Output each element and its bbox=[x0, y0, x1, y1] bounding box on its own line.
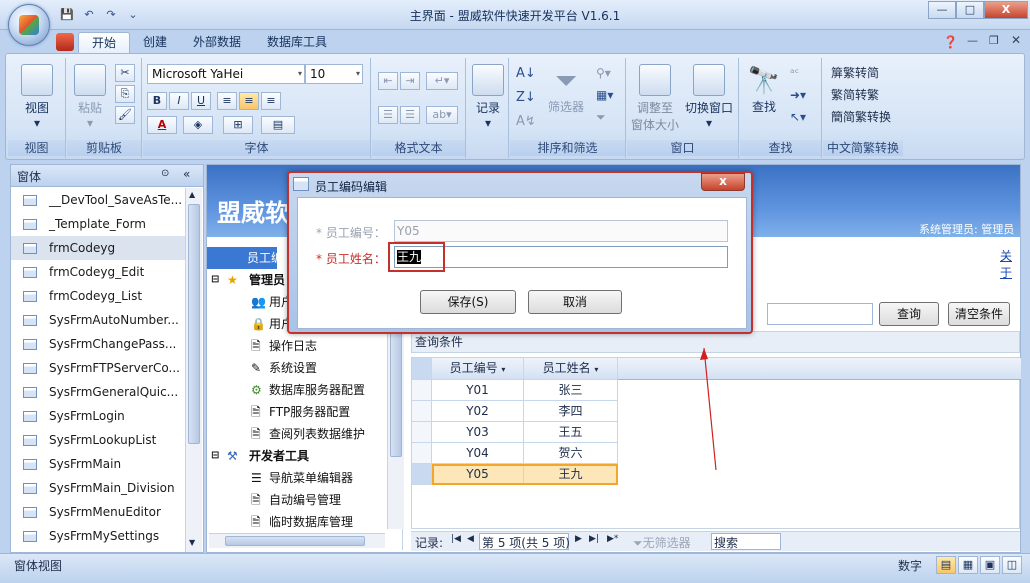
design-view-icon[interactable]: ◫ bbox=[1002, 556, 1022, 574]
cancel-button[interactable]: 取消 bbox=[528, 290, 622, 314]
dialog-close-button[interactable]: x bbox=[701, 173, 745, 191]
status-view: 窗体视图 bbox=[14, 559, 63, 573]
save-button[interactable]: 保存(S) bbox=[420, 290, 516, 314]
status-bar: 窗体视图 数字 ▤ ▦ ▣ ◫ bbox=[0, 553, 1030, 583]
dialog-body: * 员工编号： Y05 * 员工姓名： 王九 保存(S) 取消 bbox=[297, 197, 747, 329]
form-icon bbox=[293, 177, 309, 191]
layout-view-icon[interactable]: ▣ bbox=[980, 556, 1000, 574]
code-label: * 员工编号： bbox=[316, 226, 386, 240]
arrow-to-grid bbox=[703, 347, 717, 471]
datasheet-view-icon[interactable]: ▦ bbox=[958, 556, 978, 574]
edit-dialog: 员工编码编辑 x * 员工编号： Y05 * 员工姓名： 王九 保存(S) 取消 bbox=[287, 171, 753, 334]
highlight-box bbox=[388, 242, 445, 272]
name-label: * 员工姓名： bbox=[316, 252, 386, 266]
code-field[interactable]: Y05 bbox=[394, 220, 728, 242]
dialog-title: 员工编码编辑 bbox=[315, 180, 388, 194]
form-view-icon[interactable]: ▤ bbox=[936, 556, 956, 574]
arrowhead bbox=[700, 348, 708, 360]
status-numlock: 数字 bbox=[898, 559, 923, 573]
